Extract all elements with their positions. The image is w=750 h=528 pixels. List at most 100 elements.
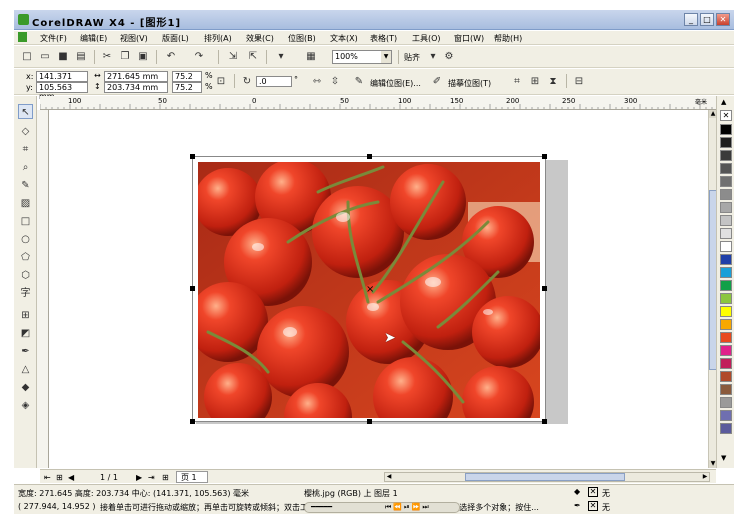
copy-icon[interactable]: ❐: [118, 50, 132, 64]
text-tool-icon[interactable]: 字: [18, 286, 33, 301]
rotation-angle-field[interactable]: .0: [256, 76, 292, 87]
menu-arrange[interactable]: 排列(A): [204, 33, 232, 44]
cut-icon[interactable]: ✂: [100, 50, 114, 64]
add-page-icon[interactable]: ⊞: [56, 473, 63, 482]
interactive-blend-tool-icon[interactable]: ◩: [18, 326, 33, 341]
scrollbar-thumb[interactable]: [465, 473, 625, 481]
seek-bar-icon[interactable]: ━━━━━: [311, 503, 332, 511]
resample-icon[interactable]: ⊞: [528, 75, 542, 89]
edit-bitmap-button[interactable]: 编辑位图(E)...: [370, 78, 421, 89]
media-player-overlay[interactable]: ━━━━━ ⏮⏪⏯⏩⏭: [304, 502, 460, 513]
interactive-fill-tool-icon[interactable]: ◈: [18, 398, 33, 413]
snap-to-label[interactable]: 贴齐: [404, 52, 420, 63]
first-page-icon[interactable]: ⇤: [44, 473, 51, 482]
scale-x-field[interactable]: 75.2: [172, 71, 202, 82]
document-icon[interactable]: [18, 32, 27, 42]
next-page-icon[interactable]: ▶: [136, 473, 142, 482]
ellipse-tool-icon[interactable]: ○: [18, 232, 33, 247]
new-icon[interactable]: □: [20, 50, 34, 64]
menu-table[interactable]: 表格(T): [370, 33, 397, 44]
color-swatch[interactable]: [720, 150, 732, 161]
close-button[interactable]: ✕: [716, 13, 730, 26]
color-swatch[interactable]: [720, 371, 732, 382]
color-swatch[interactable]: [720, 397, 732, 408]
color-swatch[interactable]: [720, 358, 732, 369]
paste-icon[interactable]: ▣: [136, 50, 150, 64]
color-swatch[interactable]: [720, 384, 732, 395]
horizontal-scrollbar[interactable]: ◀ ▶: [384, 472, 710, 482]
menu-bitmaps[interactable]: 位图(B): [288, 33, 316, 44]
menu-effects[interactable]: 效果(C): [246, 33, 274, 44]
color-swatch[interactable]: [720, 189, 732, 200]
zoom-level-select[interactable]: 100% ▼: [332, 50, 392, 64]
export-icon[interactable]: ⇱: [246, 50, 260, 64]
color-swatch[interactable]: [720, 410, 732, 421]
menu-edit[interactable]: 编辑(E): [80, 33, 107, 44]
y-position-field[interactable]: 105.563 mm: [36, 82, 88, 101]
playback-controls-icon[interactable]: ⏮⏪⏯⏩⏭: [385, 503, 431, 512]
color-swatch[interactable]: [720, 241, 732, 252]
lock-ratio-icon[interactable]: ⊡: [214, 75, 228, 89]
crop-tool-icon[interactable]: ⌗: [18, 142, 33, 157]
table-tool-icon[interactable]: ⊞: [18, 308, 33, 323]
color-swatch[interactable]: [720, 280, 732, 291]
minimize-button[interactable]: _: [684, 13, 698, 26]
color-swatch[interactable]: [720, 306, 732, 317]
print-icon[interactable]: ▤: [74, 50, 88, 64]
scroll-left-icon[interactable]: ◀: [385, 473, 393, 481]
color-swatch[interactable]: [720, 124, 732, 135]
crop-bitmap-icon[interactable]: ⌗: [510, 75, 524, 89]
smart-fill-tool-icon[interactable]: ▨: [18, 196, 33, 211]
mirror-horizontal-icon[interactable]: ⇿: [310, 75, 324, 89]
color-swatch[interactable]: [720, 345, 732, 356]
redo-icon[interactable]: ↷: [192, 50, 206, 64]
vertical-ruler[interactable]: [37, 110, 49, 468]
menu-layout[interactable]: 版面(L): [162, 33, 189, 44]
page-tab[interactable]: 页 1: [176, 471, 208, 483]
width-field[interactable]: 271.645 mm: [104, 71, 168, 82]
color-swatch[interactable]: [720, 202, 732, 213]
palette-scroll-up-icon[interactable]: ▲: [721, 98, 726, 106]
chevron-down-icon[interactable]: ▾: [426, 50, 440, 64]
maximize-button[interactable]: □: [700, 13, 714, 26]
add-page-after-icon[interactable]: ⊞: [162, 473, 169, 482]
color-swatch[interactable]: [720, 332, 732, 343]
color-swatch[interactable]: [720, 228, 732, 239]
polygon-tool-icon[interactable]: ⬠: [18, 250, 33, 265]
menu-tools[interactable]: 工具(O): [412, 33, 441, 44]
palette-scroll-down-icon[interactable]: ▼: [721, 454, 726, 462]
mirror-vertical-icon[interactable]: ⇳: [328, 75, 342, 89]
menu-text[interactable]: 文本(X): [330, 33, 358, 44]
color-swatch[interactable]: [720, 137, 732, 148]
menu-help[interactable]: 帮助(H): [494, 33, 522, 44]
import-icon[interactable]: ⇲: [226, 50, 240, 64]
selection-handle[interactable]: [190, 154, 195, 159]
freehand-tool-icon[interactable]: ✎: [18, 178, 33, 193]
selection-handle[interactable]: [542, 286, 547, 291]
menu-view[interactable]: 视图(V): [120, 33, 148, 44]
trace-bitmap-button[interactable]: 描摹位图(T): [448, 78, 491, 89]
outline-tool-icon[interactable]: △: [18, 362, 33, 377]
welcome-screen-icon[interactable]: ▦: [304, 50, 318, 64]
open-icon[interactable]: ▭: [38, 50, 52, 64]
color-swatch[interactable]: [720, 319, 732, 330]
selection-handle[interactable]: [190, 419, 195, 424]
color-swatch[interactable]: [720, 423, 732, 434]
color-swatch[interactable]: [720, 163, 732, 174]
eyedropper-tool-icon[interactable]: ✒: [18, 344, 33, 359]
selection-handle[interactable]: [367, 419, 372, 424]
undo-icon[interactable]: ↶: [164, 50, 178, 64]
vertical-scrollbar[interactable]: ▲ ▼: [708, 110, 717, 468]
save-icon[interactable]: ■: [56, 50, 70, 64]
height-field[interactable]: 203.734 mm: [104, 82, 168, 93]
rectangle-tool-icon[interactable]: □: [18, 214, 33, 229]
menu-file[interactable]: 文件(F): [40, 33, 67, 44]
selection-handle[interactable]: [542, 154, 547, 159]
scale-y-field[interactable]: 75.2: [172, 82, 202, 93]
x-position-field[interactable]: 141.371 mm: [36, 71, 88, 90]
selection-handle[interactable]: [367, 154, 372, 159]
color-swatch[interactable]: [720, 215, 732, 226]
options-icon[interactable]: ⚙: [442, 50, 456, 64]
edit-bitmap-icon[interactable]: ✎: [352, 75, 366, 89]
no-color-swatch[interactable]: ✕: [720, 110, 732, 121]
